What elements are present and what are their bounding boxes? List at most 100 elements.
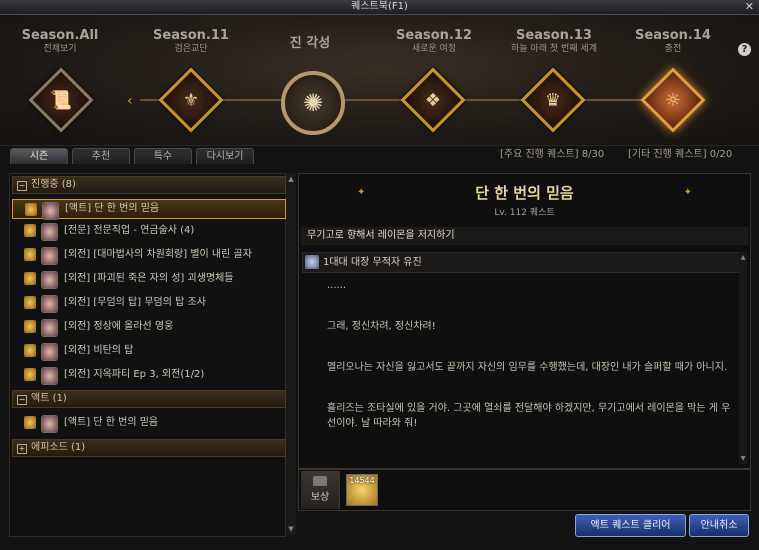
season-all-sub: 전체보기 <box>43 44 77 54</box>
other-quest-count: [기타 진행 퀘스트] 0/20 <box>628 149 733 160</box>
chest-icon <box>313 476 327 486</box>
quest-item[interactable]: [외전] 비탄의 탑 <box>12 341 284 361</box>
quest-dialog: ...... 그래, 정신차려, 정신차려! 멜리오나는 자신을 잃고서도 끝까… <box>327 278 735 431</box>
season-11-name: Season.11 <box>153 28 229 43</box>
npc-portrait-icon <box>41 343 58 361</box>
reward-panel: 보상 14544 <box>298 469 751 511</box>
season-14-sub: 충전 <box>664 44 682 54</box>
npc-portrait-icon <box>42 202 59 220</box>
collapse-icon[interactable]: − <box>17 395 27 405</box>
season-14-medal[interactable]: ☼ <box>640 67 706 133</box>
season-12[interactable]: Season.12 새로운 여정 <box>374 15 494 55</box>
quest-level: Lv. 112 퀘스트 <box>494 208 555 218</box>
tab-special[interactable]: 특수 <box>134 148 192 164</box>
quest-label: [외전] 지옥파티 Ep 3, 외전(1/2) <box>64 369 205 380</box>
quest-label: [액트] 단 한 번의 믿음 <box>65 203 160 214</box>
season-awakening[interactable]: 진 각성 <box>250 15 370 52</box>
npc-portrait-icon <box>41 415 58 433</box>
scroll-icon: 📜 <box>49 89 73 111</box>
quest-icon <box>24 296 36 309</box>
emblem-icon: ⚜ <box>182 89 200 111</box>
group-episode[interactable]: + 에피소드 (1) <box>12 439 286 457</box>
group-episode-label: 에피소드 (1) <box>31 442 86 453</box>
quest-item[interactable]: [외전] 정상에 올라선 영웅 <box>12 317 284 337</box>
season-13-medal[interactable]: ♛ <box>520 67 586 133</box>
chevron-left-icon[interactable]: ‹ <box>127 93 133 109</box>
season-12-name: Season.12 <box>396 28 472 43</box>
quest-objective-text: 무기고로 향해서 레이몬을 저지하기 <box>307 230 455 241</box>
title-bar[interactable]: 퀘스트북(F1) ✕ <box>0 0 759 15</box>
reward-label: 보상 <box>301 471 340 509</box>
season-13[interactable]: Season.13 하늘 아래 첫 번째 세계 <box>494 15 614 55</box>
quest-item[interactable]: [외전] [무덤의 탑] 무덤의 탑 조사 <box>12 293 284 313</box>
group-in-progress[interactable]: − 진행중 (8) <box>12 176 286 194</box>
act-quest-clear-button[interactable]: 액트 퀘스트 클리어 <box>575 514 686 537</box>
scroll-up-icon[interactable]: ▲ <box>287 175 295 183</box>
npc-portrait-icon <box>41 247 58 265</box>
npc-portrait-icon <box>41 223 58 241</box>
quest-item[interactable]: [전문] 전문직업 - 연금술사 (4) <box>12 221 284 241</box>
crown-icon: ♛ <box>544 89 562 111</box>
knot-icon: ❖ <box>424 89 442 111</box>
quest-list: − 진행중 (8) [액트] 단 한 번의 믿음 [전문] 전문직업 - 연금술사… <box>9 173 286 537</box>
quest-item[interactable]: [액트] 단 한 번의 믿음 <box>12 199 286 220</box>
quest-item[interactable]: [외전] [대마법사의 차원회랑] 별이 내린 골자 <box>12 245 284 265</box>
npc-portrait-icon <box>41 295 58 313</box>
quest-list-scrollbar[interactable]: ▲ ▼ <box>286 173 296 535</box>
main-quest-count: [주요 진행 퀘스트] 8/30 <box>500 149 605 160</box>
sun-icon: ☼ <box>664 89 682 111</box>
tab-season[interactable]: 시즌 <box>10 148 68 164</box>
expand-icon[interactable]: + <box>17 444 27 454</box>
quest-label: [외전] 비탄의 탑 <box>64 345 134 356</box>
quest-icon <box>24 248 36 261</box>
awakening-medal[interactable]: ✺ <box>281 71 345 135</box>
help-icon[interactable]: ? <box>738 43 751 56</box>
cancel-guide-button[interactable]: 안내취소 <box>689 514 749 537</box>
group-act-label: 액트 (1) <box>31 393 67 404</box>
gear-icon: ✺ <box>302 89 324 117</box>
season-bar: Season.All 전체보기 📜 ‹ Season.11 검은교단 ⚜ 진 각… <box>0 15 759 146</box>
npc-name-bar: 1대대 대장 무적자 유진 <box>302 252 740 273</box>
quest-icon <box>24 224 36 237</box>
quest-icon <box>24 416 36 429</box>
gold-reward-icon[interactable]: 14544 <box>346 474 378 506</box>
tab-replay[interactable]: 다시보기 <box>196 148 254 164</box>
group-act[interactable]: − 액트 (1) <box>12 390 286 408</box>
quest-icon <box>24 368 36 381</box>
quest-label: [액트] 단 한 번의 믿음 <box>64 417 159 428</box>
quest-icon <box>24 344 36 357</box>
group-in-progress-label: 진행중 (8) <box>31 179 76 190</box>
quest-item[interactable]: [외전] 지옥파티 Ep 3, 외전(1/2) <box>12 365 284 385</box>
season-14-name: Season.14 <box>635 28 711 43</box>
season-14[interactable]: Season.14 충전 <box>613 15 733 55</box>
season-11-medal[interactable]: ⚜ <box>158 67 224 133</box>
window-title: 퀘스트북(F1) <box>351 1 408 12</box>
season-12-medal[interactable]: ❖ <box>400 67 466 133</box>
npc-portrait-icon <box>41 271 58 289</box>
dialog-line: 그래, 정신차려, 정신차려! <box>327 321 436 332</box>
season-all[interactable]: Season.All 전체보기 <box>0 15 120 55</box>
season-11[interactable]: Season.11 검은교단 <box>131 15 251 55</box>
npc-portrait-icon <box>41 367 58 385</box>
quest-label: [외전] 정상에 올라선 영웅 <box>64 321 174 332</box>
detail-scrollbar[interactable]: ▲ ▼ <box>739 252 747 464</box>
quest-icon <box>24 320 36 333</box>
collapse-icon[interactable]: − <box>17 181 27 191</box>
quest-label: [외전] [파괴된 죽은 자의 성] 괴생명체들 <box>64 273 234 284</box>
scroll-down-icon[interactable]: ▼ <box>739 455 747 462</box>
quest-detail-panel: ✦ ✦ 단 한 번의 믿음 Lv. 112 퀘스트 무기고로 향해서 레이몬을 … <box>298 173 751 469</box>
scroll-down-icon[interactable]: ▼ <box>287 525 295 533</box>
dialog-line: ...... <box>327 280 347 291</box>
close-icon[interactable]: ✕ <box>745 0 754 14</box>
tab-recommend[interactable]: 추천 <box>72 148 130 164</box>
quest-label: [외전] [무덤의 탑] 무덤의 탑 조사 <box>64 297 206 308</box>
gold-count: 14544 <box>349 476 375 485</box>
season-all-name: Season.All <box>21 28 99 43</box>
season-12-sub: 새로운 여정 <box>411 44 457 54</box>
npc-name: 1대대 대장 무적자 유진 <box>323 257 422 268</box>
scroll-up-icon[interactable]: ▲ <box>739 254 747 261</box>
quest-item[interactable]: [액트] 단 한 번의 믿음 <box>12 413 284 433</box>
quest-item[interactable]: [외전] [파괴된 죽은 자의 성] 괴생명체들 <box>12 269 284 289</box>
season-all-medal[interactable]: 📜 <box>28 67 94 133</box>
season-13-sub: 하늘 아래 첫 번째 세계 <box>511 44 597 54</box>
